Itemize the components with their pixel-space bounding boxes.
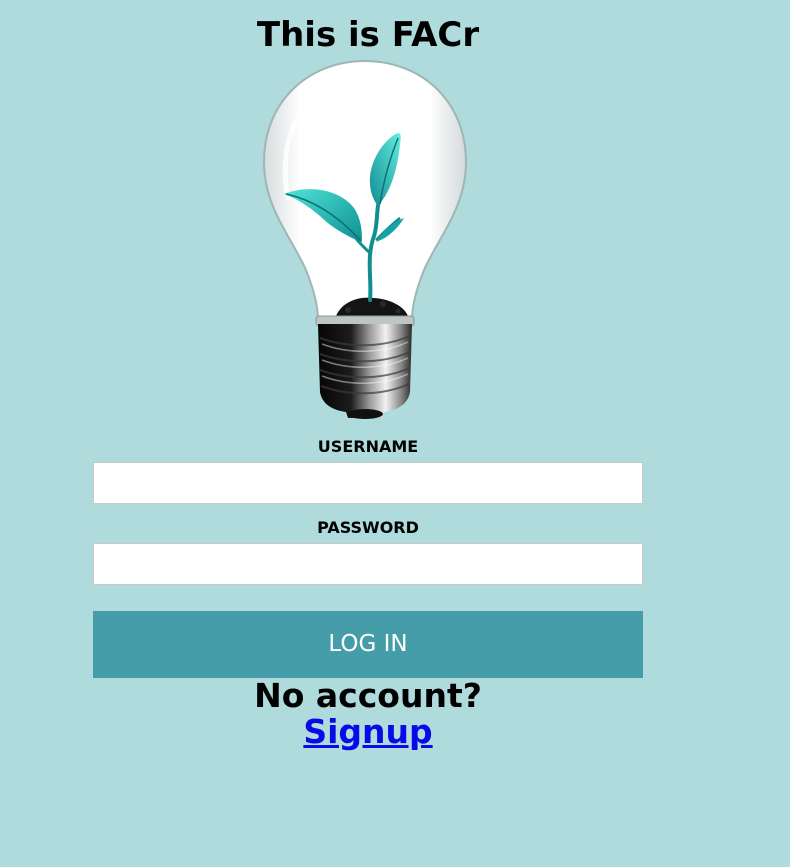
page-title: This is FACr [256,15,480,55]
signup-row: Signup [93,711,643,753]
lightbulb-with-sprout-icon [262,59,468,419]
signup-link[interactable]: Signup [303,712,432,751]
username-label: USERNAME [317,437,419,456]
login-button[interactable]: LOG IN [93,611,643,678]
password-label: PASSWORD [317,518,419,537]
password-input[interactable] [93,543,643,585]
username-input[interactable] [93,462,643,504]
